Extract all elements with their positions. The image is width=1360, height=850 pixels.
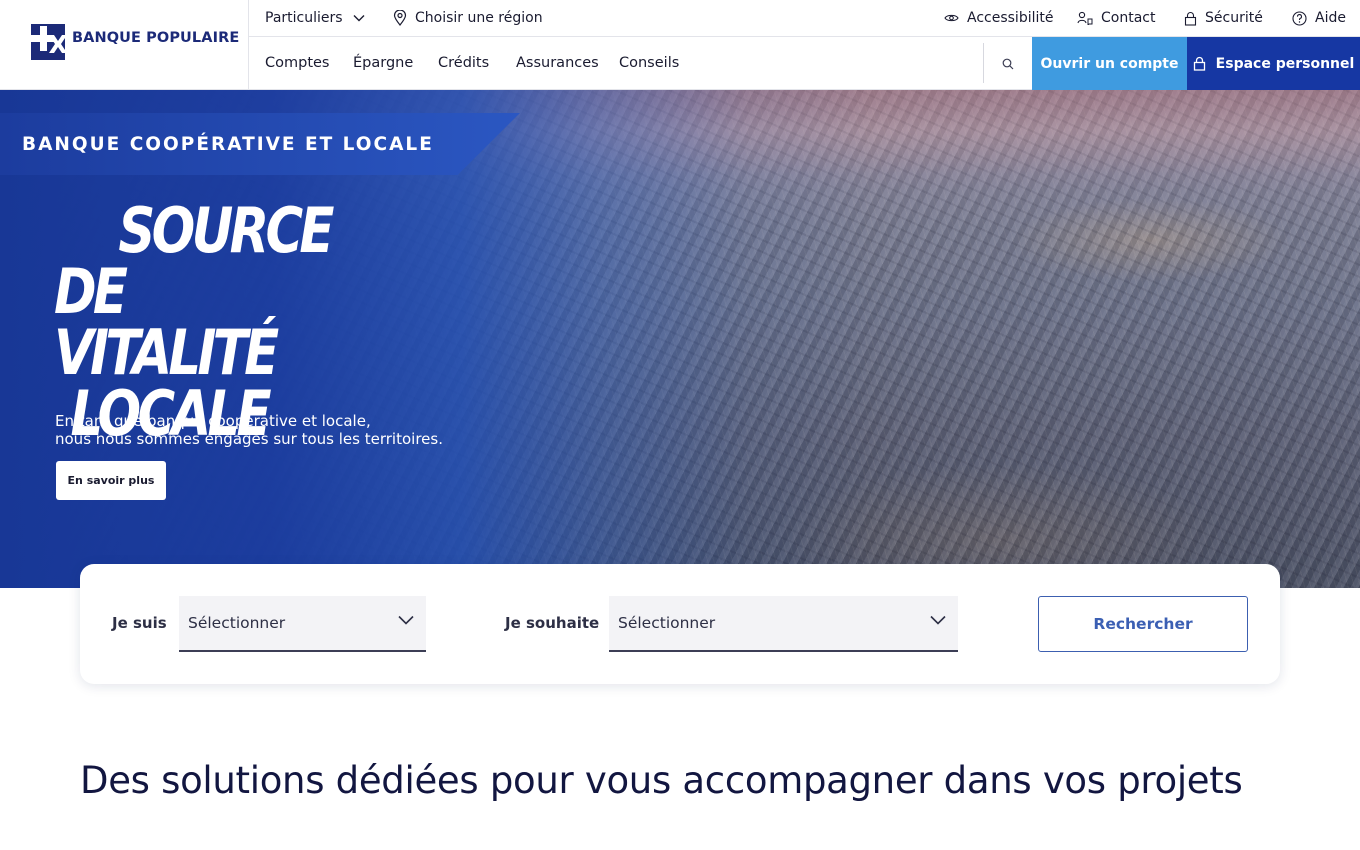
logo-link[interactable]: BANQUE POPULAIRE [0,0,249,90]
profile-select[interactable]: Sélectionner [179,596,426,652]
search-submit-button[interactable]: Rechercher [1038,596,1248,652]
help-label: Aide [1315,10,1346,26]
personal-space-label: Espace personnel [1215,55,1355,72]
hero-title-line: SOURCE [118,194,334,267]
utility-bar: Particuliers Choisir une région Accessib… [249,0,1360,37]
hero-banner: BANQUE COOPÉRATIVE ET LOCALE SOURCE DE V… [0,90,1360,588]
site-header: BANQUE POPULAIRE Particuliers Choisir un… [0,0,1360,90]
main-navigation: Comptes Épargne Crédits Assurances Conse… [249,37,1360,90]
chevron-down-icon [930,615,946,625]
region-selector[interactable]: Choisir une région [393,0,543,36]
segment-label: Particuliers [265,10,343,26]
wish-select-value: Sélectionner [618,614,716,632]
hero-description: En tant que banque coopérative et locale… [55,412,443,448]
needs-search-panel: Je suis Sélectionner Je souhaite Sélecti… [80,564,1280,684]
nav-item-epargne[interactable]: Épargne [353,37,413,90]
nav-item-comptes[interactable]: Comptes [265,37,330,90]
search-button[interactable] [984,37,1032,90]
hero-title: SOURCE DE VITALITÉ LOCALE [54,194,348,445]
lock-icon [1184,11,1197,26]
region-label: Choisir une région [415,10,543,26]
question-circle-icon [1292,10,1307,26]
nav-item-assurances[interactable]: Assurances [516,37,599,90]
hero-description-line: En tant que banque coopérative et locale… [55,412,371,430]
section-title: Des solutions dédiées pour vous accompag… [80,759,1243,802]
profile-label: Je suis [112,614,167,632]
personal-space-button[interactable]: Espace personnel [1187,37,1360,90]
profile-select-value: Sélectionner [188,614,286,632]
hero-description-line: nous nous sommes engagés sur tous les te… [55,430,443,448]
wish-label: Je souhaite [505,614,600,632]
nav-item-credits[interactable]: Crédits [438,37,489,90]
contact-label: Contact [1101,10,1156,26]
nav-item-conseils[interactable]: Conseils [619,37,679,90]
hero-tagline: BANQUE COOPÉRATIVE ET LOCALE [22,134,434,155]
hero-title-line: DE VITALITÉ [54,255,279,389]
search-icon [1002,58,1014,69]
location-pin-icon [393,10,407,26]
wish-select[interactable]: Sélectionner [609,596,958,652]
segment-selector[interactable]: Particuliers [265,0,365,36]
person-contact-icon [1077,11,1093,25]
accessibility-label: Accessibilité [967,10,1054,26]
help-link[interactable]: Aide [1292,0,1346,36]
lock-icon [1193,56,1205,71]
security-link[interactable]: Sécurité [1184,0,1263,36]
eye-icon [944,14,959,22]
chevron-down-icon [353,15,365,22]
banque-populaire-logo-icon [28,24,67,60]
learn-more-button[interactable]: En savoir plus [56,461,166,500]
chevron-down-icon [398,615,414,625]
security-label: Sécurité [1205,10,1263,26]
accessibility-link[interactable]: Accessibilité [944,0,1053,36]
open-account-button[interactable]: Ouvrir un compte [1032,37,1187,90]
contact-link[interactable]: Contact [1077,0,1155,36]
brand-name: BANQUE POPULAIRE [72,30,240,46]
